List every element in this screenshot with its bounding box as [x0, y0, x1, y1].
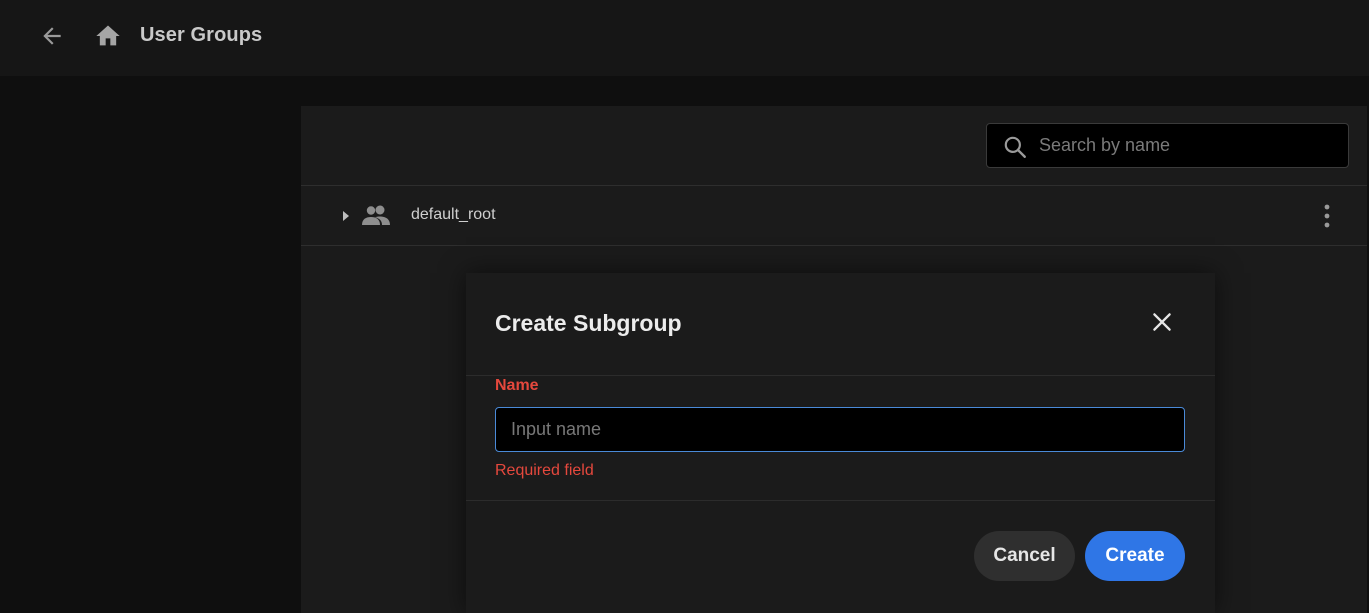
search-box[interactable] — [986, 123, 1349, 168]
close-icon[interactable] — [1149, 309, 1175, 335]
more-vert-icon[interactable] — [1315, 202, 1339, 230]
divider — [466, 375, 1215, 376]
name-error-text: Required field — [495, 462, 594, 479]
search-icon — [1004, 136, 1026, 158]
expand-caret-icon[interactable] — [339, 208, 353, 224]
name-input[interactable] — [495, 407, 1185, 452]
create-button[interactable]: Create — [1085, 531, 1185, 581]
top-bar: User Groups — [0, 0, 1369, 76]
name-label: Name — [495, 377, 539, 394]
home-button[interactable] — [94, 22, 122, 50]
people-icon — [362, 205, 390, 225]
divider — [301, 245, 1367, 246]
cancel-button[interactable]: Cancel — [974, 531, 1075, 581]
back-button[interactable] — [38, 22, 66, 50]
dialog-title: Create Subgroup — [495, 310, 682, 336]
group-row-default-root[interactable]: default_root — [301, 186, 1367, 245]
home-icon — [96, 25, 120, 46]
arrow-left-icon — [43, 27, 61, 45]
divider — [466, 500, 1215, 501]
create-subgroup-dialog: Create Subgroup Name Required field Canc… — [466, 273, 1215, 613]
group-name: default_root — [411, 206, 496, 223]
page-title: User Groups — [140, 24, 263, 46]
search-input[interactable] — [1039, 124, 1339, 167]
